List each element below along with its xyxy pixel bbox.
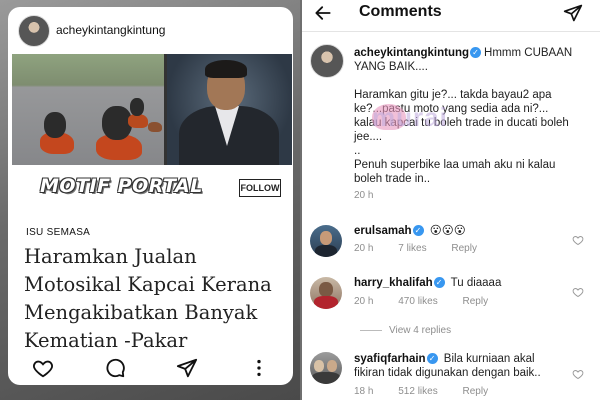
heart-icon[interactable]: [572, 286, 584, 298]
arrow-left-icon[interactable]: [312, 3, 334, 23]
comment-body: fikiran tidak digunakan dengan baik..: [354, 367, 541, 379]
comment-text: erulsamah ✓ 😮😮😮: [354, 224, 466, 238]
post-image[interactable]: [12, 54, 292, 165]
post-actions: [8, 351, 293, 385]
motorcycle-photo: [12, 54, 164, 165]
reply-button[interactable]: Reply: [463, 386, 489, 397]
blurred-background: acheykintangkintung MOTIF PORTAL FOLLOW: [0, 0, 300, 400]
timestamp: 20 h: [354, 296, 374, 307]
avatar[interactable]: [310, 352, 342, 384]
post-username[interactable]: acheykintangkintung: [56, 23, 165, 37]
follow-button[interactable]: FOLLOW: [239, 179, 281, 197]
headline: Haramkan Jualan Motosikal Kapcai Kerana …: [24, 243, 289, 355]
caption-line: ..: [354, 145, 361, 157]
speaker-photo: [167, 54, 292, 165]
send-icon[interactable]: [563, 3, 583, 23]
headline-line: Haramkan Jualan: [24, 245, 197, 268]
comment-meta: 20 h 7 likes Reply: [354, 243, 499, 254]
avatar[interactable]: [310, 44, 344, 78]
likes-count[interactable]: 470 likes: [398, 296, 437, 307]
watermark-text: murai: [372, 102, 448, 132]
comment-text: syafiqfarhain ✓ Bila kurniaan akal fikira…: [354, 352, 574, 380]
heart-icon[interactable]: [572, 234, 584, 246]
heart-icon[interactable]: [572, 368, 584, 380]
likes-count[interactable]: 7 likes: [398, 243, 426, 254]
likes-count[interactable]: 512 likes: [398, 386, 437, 397]
headline-line: Motosikal Kapcai Kerana: [24, 273, 272, 296]
avatar[interactable]: [18, 15, 50, 47]
comment-username[interactable]: syafiqfarhain: [354, 353, 426, 365]
category-label: ISU SEMASA: [26, 227, 91, 238]
header: Comments: [302, 0, 600, 26]
post-card: acheykintangkintung MOTIF PORTAL FOLLOW: [8, 7, 293, 385]
avatar[interactable]: [310, 225, 342, 257]
caption-username[interactable]: acheykintangkintung: [354, 47, 469, 59]
headline-line: Mengakibatkan Banyak: [24, 301, 258, 324]
comments-screen: Comments acheykintangkintung ✓ Hmmm CUBAAN…: [302, 0, 600, 400]
brand-logo: MOTIF PORTAL: [40, 175, 203, 197]
caption-line: Haramkan gitu je?... takda bayau2 apa: [354, 89, 552, 101]
comment-icon[interactable]: [104, 357, 126, 379]
reply-button[interactable]: Reply: [463, 296, 489, 307]
reply-button[interactable]: Reply: [451, 243, 477, 254]
caption-line: YANG BAIK....: [354, 61, 428, 73]
caption-line: Penuh superbike laa umah aku ni kalau: [354, 159, 556, 171]
comment-text: harry_khalifah ✓ Tu diaaaa: [354, 276, 501, 290]
comment-meta: 20 h 470 likes Reply: [354, 296, 510, 307]
comment-username[interactable]: erulsamah: [354, 225, 412, 237]
comment-body: Tu diaaaa: [450, 277, 502, 289]
more-icon[interactable]: [248, 357, 270, 379]
timestamp: 18 h: [354, 386, 374, 397]
caption-line: Hmmm CUBAAN: [484, 47, 573, 59]
caption-line: boleh trade in..: [354, 173, 431, 185]
timestamp: 20 h: [354, 190, 374, 201]
page-title: Comments: [359, 3, 442, 20]
post-header: acheykintangkintung: [8, 7, 293, 53]
caption-meta: 20 h: [354, 190, 395, 201]
verified-badge-icon: ✓: [433, 277, 445, 288]
comment-meta: 18 h 512 likes Reply: [354, 386, 510, 397]
brand-bar: MOTIF PORTAL FOLLOW: [12, 165, 292, 211]
divider: [302, 31, 600, 32]
comment-body: Bila kurniaan akal: [443, 353, 535, 365]
comment-username[interactable]: harry_khalifah: [354, 277, 433, 289]
verified-badge-icon: ✓: [426, 353, 438, 364]
verified-badge-icon: ✓: [470, 47, 482, 58]
view-replies-button[interactable]: View 4 replies: [389, 325, 451, 336]
avatar[interactable]: [310, 277, 342, 309]
timestamp: 20 h: [354, 243, 374, 254]
share-icon[interactable]: [176, 357, 198, 379]
replies-divider: [360, 330, 382, 331]
comment-body: 😮😮😮: [429, 225, 466, 237]
heart-icon[interactable]: [32, 357, 54, 379]
verified-badge-icon: ✓: [412, 225, 424, 236]
